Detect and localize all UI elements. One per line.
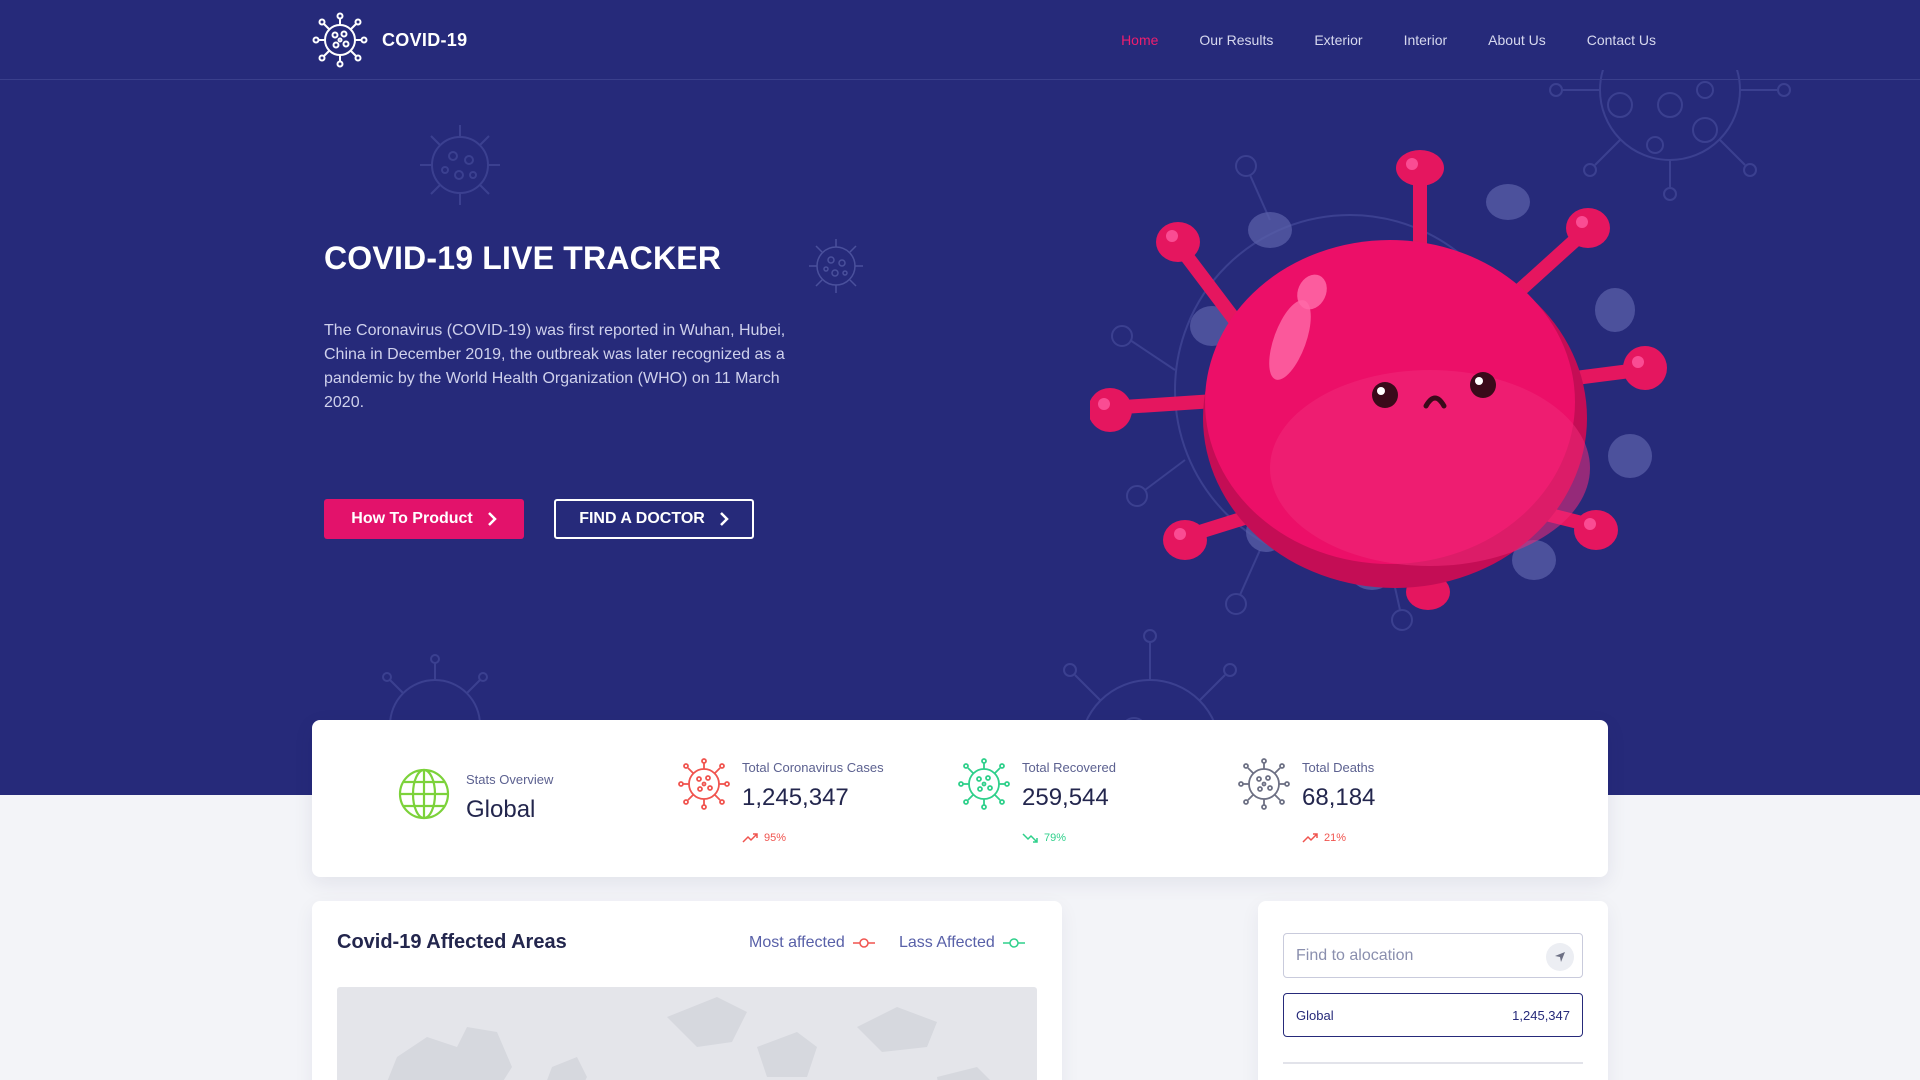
- find-a-doctor-button[interactable]: FIND A DOCTOR: [554, 499, 754, 539]
- affected-areas-title: Covid-19 Affected Areas: [337, 931, 567, 953]
- stat-recovered-label: Total Recovered: [1022, 760, 1116, 775]
- stat-deaths-value: 68,184: [1302, 784, 1376, 811]
- stat-total-recovered: Total Recovered 259,544 79%: [956, 720, 1226, 877]
- nav-item-our-results[interactable]: Our Results: [1199, 32, 1273, 48]
- divider: [1283, 1062, 1583, 1064]
- nav-item-about-us[interactable]: About Us: [1488, 32, 1546, 48]
- stat-total-cases: Total Coronavirus Cases 1,245,347 95%: [676, 720, 946, 877]
- hero-description: The Coronavirus (COVID-19) was first rep…: [324, 322, 786, 411]
- stat-recovered-value: 259,544: [1022, 784, 1109, 811]
- locate-button[interactable]: [1546, 943, 1574, 971]
- stat-cases-trend: 95%: [742, 832, 786, 844]
- nav-item-exterior[interactable]: Exterior: [1314, 32, 1362, 48]
- stat-total-deaths: Total Deaths 68,184 21%: [1236, 720, 1506, 877]
- cartoon-virus-illustration: [1090, 150, 1667, 631]
- legend-most-affected[interactable]: Most affected: [749, 934, 875, 952]
- location-list-item[interactable]: Global 1,245,347: [1283, 993, 1583, 1037]
- stat-cases-trend-value: 95%: [764, 832, 787, 844]
- nav-menu: Home Our Results Exterior Interior About…: [1121, 0, 1656, 80]
- brand-name: COVID-19: [382, 29, 468, 50]
- nav-item-contact-us[interactable]: Contact Us: [1587, 32, 1656, 48]
- stat-recovered-trend-value: 79%: [1044, 832, 1067, 844]
- trending-down-icon: [1022, 833, 1038, 843]
- stat-overview: Stats Overview Global: [312, 720, 612, 877]
- location-arrow-icon: [1555, 952, 1565, 962]
- legend-less-affected[interactable]: Lass Affected: [899, 934, 1025, 952]
- trending-up-icon: [1302, 833, 1318, 843]
- chevron-right-icon: [487, 512, 497, 526]
- nav-item-interior[interactable]: Interior: [1404, 32, 1448, 48]
- stat-overview-value: Global: [466, 796, 536, 823]
- how-to-product-button[interactable]: How To Product: [324, 499, 524, 539]
- legend-green-marker-icon: [1002, 938, 1025, 948]
- find-a-doctor-label: FIND A DOCTOR: [579, 510, 705, 527]
- globe-icon: [398, 768, 450, 820]
- stats-overview-card: Stats Overview Global Total Coronavirus …: [312, 720, 1608, 877]
- virus-logo-icon: [312, 12, 368, 68]
- brand-logo[interactable]: COVID-19: [312, 12, 467, 68]
- location-name: Global: [1296, 1007, 1334, 1023]
- hero-section: COVID-19 Home Our Results Exterior Inter…: [0, 0, 1920, 795]
- legend-most-label: Most affected: [749, 934, 845, 951]
- decorative-virus-icon: [809, 239, 863, 293]
- hero-title: COVID-19 LIVE TRACKER: [324, 240, 722, 276]
- stat-deaths-label: Total Deaths: [1302, 760, 1375, 775]
- location-search-card: Global 1,245,347: [1258, 901, 1608, 1080]
- stat-deaths-trend-value: 21%: [1324, 832, 1347, 844]
- location-search-input[interactable]: [1296, 934, 1536, 977]
- virus-red-icon: [678, 758, 730, 810]
- virus-green-icon: [958, 758, 1010, 810]
- world-map-landmass: [387, 997, 990, 1080]
- stat-cases-value: 1,245,347: [742, 784, 849, 811]
- chevron-right-icon: [719, 512, 729, 526]
- how-to-product-label: How To Product: [351, 510, 473, 527]
- stat-overview-label: Stats Overview: [466, 772, 554, 787]
- stat-deaths-trend: 21%: [1302, 832, 1346, 844]
- world-map[interactable]: [337, 987, 1037, 1080]
- location-cases: 1,245,347: [1512, 1007, 1570, 1023]
- legend-less-label: Lass Affected: [899, 934, 995, 951]
- legend-red-marker-icon: [852, 938, 875, 948]
- top-navbar: COVID-19 Home Our Results Exterior Inter…: [0, 0, 1920, 80]
- nav-item-home[interactable]: Home: [1121, 32, 1158, 48]
- stat-cases-label: Total Coronavirus Cases: [742, 760, 884, 775]
- affected-areas-card: Covid-19 Affected Areas Most affected La…: [312, 901, 1062, 1080]
- virus-gray-icon: [1238, 758, 1290, 810]
- stat-recovered-trend: 79%: [1022, 832, 1066, 844]
- decorative-virus-icon: [420, 125, 500, 205]
- location-search-box: [1283, 933, 1583, 978]
- trending-up-icon: [742, 833, 758, 843]
